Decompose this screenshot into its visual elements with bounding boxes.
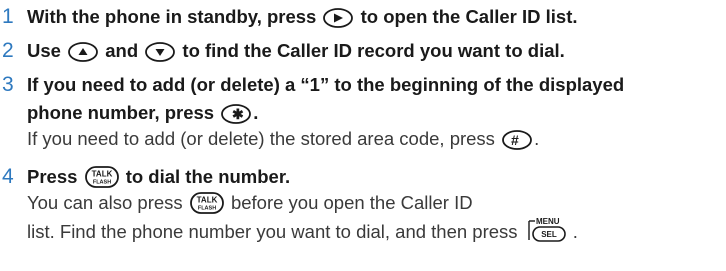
step-text: before you open the Caller ID: [230, 192, 473, 213]
step-text: With the phone in standby, press: [27, 6, 317, 27]
step-2-line: Use and to find the Caller ID record you…: [27, 38, 565, 64]
step-text: Use: [27, 40, 61, 61]
step-4-line-3: list. Find the phone number you want to …: [27, 217, 578, 245]
svg-text:SEL: SEL: [541, 230, 557, 239]
step-text: .: [572, 221, 578, 242]
right-arrow-key-icon: [323, 8, 354, 28]
up-arrow-key-icon: [68, 42, 98, 62]
step-text: to dial the number.: [125, 166, 291, 187]
svg-text:FLASH: FLASH: [198, 206, 216, 212]
step-text: to find the Caller ID record you want to…: [182, 40, 565, 61]
step-number: 3: [2, 73, 14, 96]
pound-key-icon: #: [502, 130, 532, 150]
step-number: 2: [2, 39, 14, 62]
svg-text:#: #: [511, 132, 519, 148]
step-4-line-1: Press TALK FLASH to dial the number.: [27, 164, 290, 190]
step-text: You can also press: [27, 192, 183, 213]
talk-flash-key-icon: TALK FLASH: [189, 192, 224, 214]
menu-sel-key-icon: MENU SEL: [525, 217, 571, 242]
svg-text:MENU: MENU: [536, 217, 560, 226]
svg-text:TALK: TALK: [91, 170, 112, 179]
step-4-line-2: You can also press TALK FLASH before you…: [27, 190, 473, 216]
step-1-line: With the phone in standby, press to open…: [27, 4, 578, 30]
step-text: .: [534, 128, 540, 149]
step-number: 1: [2, 5, 14, 28]
step-text: If you need to add (or delete) a “1” to …: [27, 74, 625, 95]
star-key-icon: ✱: [221, 104, 252, 124]
step-text: .: [253, 102, 259, 123]
step-text: to open the Caller ID list.: [360, 6, 578, 27]
step-text: If you need to add (or delete) the store…: [27, 128, 495, 149]
svg-text:FLASH: FLASH: [92, 180, 110, 186]
down-arrow-key-icon: [145, 42, 176, 62]
step-text: and: [105, 40, 139, 61]
svg-text:✱: ✱: [232, 106, 244, 122]
step-text: list. Find the phone number you want to …: [27, 221, 518, 242]
step-3-line-2: phone number, press ✱ .: [27, 100, 258, 126]
talk-flash-key-icon: TALK FLASH: [84, 166, 119, 188]
svg-text:TALK: TALK: [196, 196, 217, 205]
step-text: phone number, press: [27, 102, 215, 123]
step-3-line-1: If you need to add (or delete) a “1” to …: [27, 72, 624, 98]
step-text: Press: [27, 166, 78, 187]
step-number: 4: [2, 165, 14, 188]
step-3-line-3: If you need to add (or delete) the store…: [27, 126, 539, 152]
